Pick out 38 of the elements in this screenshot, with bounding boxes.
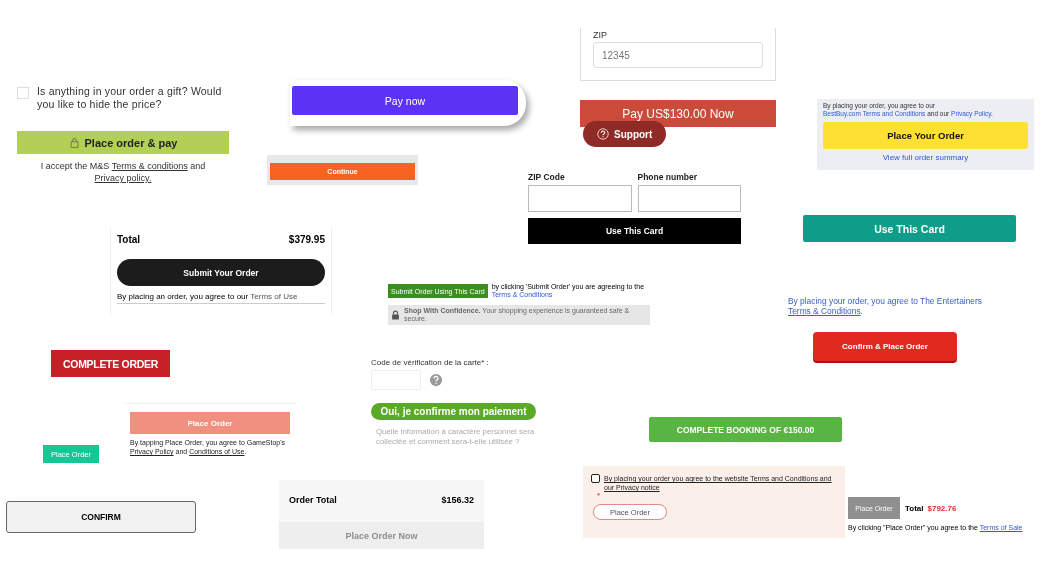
field-label: ZIP [593,30,608,40]
total-label: Total [117,234,141,245]
order-button[interactable]: Submit Your Order [117,259,325,286]
terms-link[interactable]: Terms of Use [250,292,298,301]
support-button[interactable]: Support [583,121,667,147]
total-label: Total [905,503,924,513]
pay-button[interactable]: Pay US$130.00 Now [580,100,776,127]
order-button[interactable]: Place Your Order [823,122,1028,149]
terms-text: By placing an order, you agree to our Terms of Use [117,292,325,304]
use-card-button[interactable]: Use This Card [528,218,741,244]
help-icon [429,373,443,387]
order-button[interactable]: Place order & pay [17,131,229,154]
gift-question: Is anything in your order a gift? Would you like to hide the price? [37,85,223,111]
input-field[interactable] [637,185,741,212]
input-field[interactable] [528,185,632,212]
terms-link[interactable]: Terms & conditions [111,161,188,171]
total-amount: $792.76 [927,503,957,513]
lock-icon [68,136,80,149]
summary-link[interactable]: View full order summary [823,153,1028,162]
terms-text: I accept the M&S Terms & conditions and Privacy policy. [39,160,207,184]
confirm-button[interactable]: CONFIRM [6,501,196,533]
order-button[interactable]: Pay now [292,86,518,115]
field-label: Code de vérification de la carte* : [371,358,490,367]
terms-link[interactable]: Privacy policy. [94,173,152,183]
input-field[interactable]: 12345 [593,42,763,68]
checkbox[interactable] [591,474,600,483]
total-amount: $156.32 [441,495,474,505]
order-button[interactable]: Confirm & Place Order [813,332,957,361]
lock-icon [391,310,400,320]
help-icon [597,128,609,140]
use-card-button[interactable]: Use This Card [803,215,1016,242]
field-label: Phone number [637,172,698,182]
required-mark: * [597,492,602,500]
field-label: ZIP Code [528,172,566,182]
order-button[interactable]: COMPLETE ORDER [51,350,170,377]
terms-text: By placing your order, you agree to The Entertainers Terms & Conditions. [788,296,982,316]
total-label: Order Total [289,495,337,505]
total-amount: $379.95 [288,234,325,245]
